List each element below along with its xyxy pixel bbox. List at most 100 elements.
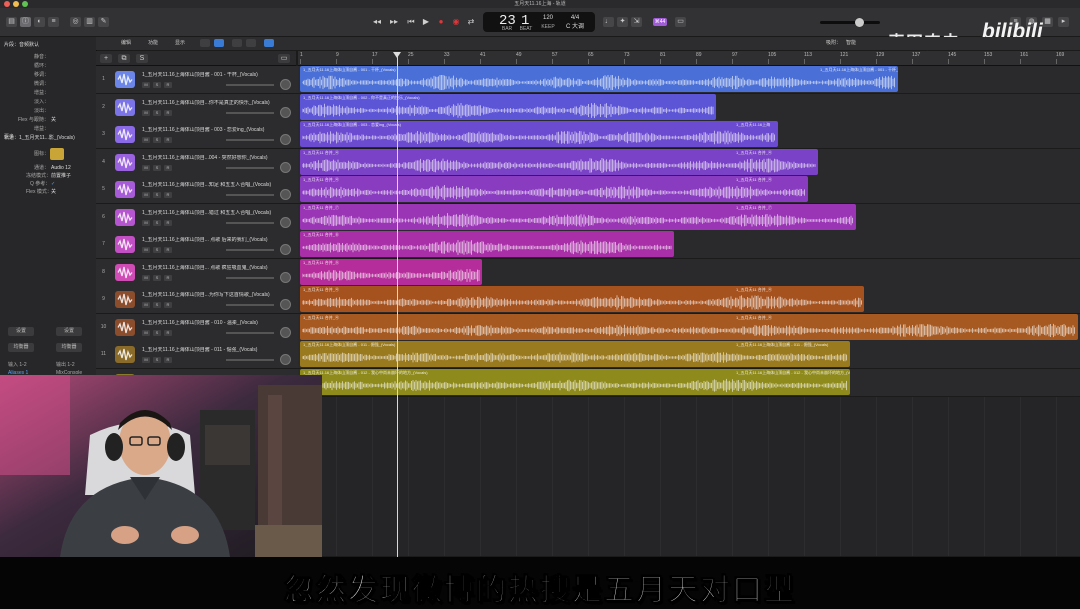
count-in-button[interactable]: ⇲ (631, 17, 642, 27)
track-header[interactable]: 8 1_五月天11.16上海体山顶自... 点歌 疯狂吸血鬼_(Vocals) M S… (96, 258, 298, 287)
track-settings-button[interactable]: S (136, 54, 148, 63)
track-mute-button[interactable]: M (142, 109, 150, 116)
forward-button[interactable]: ▸▸ (389, 17, 399, 27)
track-solo-button[interactable]: S (153, 274, 161, 281)
track-record-enable-button[interactable]: R (164, 274, 172, 281)
audio-region[interactable]: 1_五月天11 合并_④ 1_五月天11 合并_④ (300, 286, 864, 312)
track-name[interactable]: 1_五月天11.16上海体山顶自...为你写下这首情歌_(Vocals) (142, 292, 282, 298)
pencil-tool-button[interactable]: ✎ (98, 17, 109, 27)
track-name[interactable]: 1_五月天11.16上海体山顶自...你不是真正的快乐_(Vocals) (142, 100, 282, 106)
track-header[interactable]: 11 1_五月天11.16上海体山顶自酱 - 011 - 倔强_(Vocals) M… (96, 341, 298, 369)
track-pan-knob[interactable] (280, 161, 291, 173)
track-name[interactable]: 1_五月天11.16上海体山顶自酱 - 003 - 恋爱ing_(Vocals) (142, 127, 282, 133)
track-qref-value[interactable]: ✓ (51, 181, 55, 187)
duplicate-track-button[interactable]: ⧉ (118, 54, 130, 63)
track-name[interactable]: 1_五月天11.16上海体山顶自...004 - 突然好想你_(Vocals) (142, 155, 282, 161)
audio-region[interactable]: 1_五月天11.16上海体山顶自酱 - 011 - 倔强_(Vocals) 1_五… (300, 341, 850, 367)
lcd-display[interactable]: 23 1 BAR BEAT 120 KEEP 4/4 C 大调 (483, 12, 595, 32)
functions-menu[interactable]: 功能 (148, 40, 158, 47)
metronome-badge[interactable]: ⌘44 (653, 18, 667, 26)
setting-button-right[interactable]: 设置 (56, 327, 82, 336)
track-pan-knob[interactable] (280, 271, 291, 283)
track-name[interactable]: 1_五月天11.16上海体山顶自... 点歌 疯狂吸血鬼_(Vocals) (142, 265, 282, 271)
track-header[interactable]: 3 1_五月天11.16上海体山顶自酱 - 003 - 恋爱ing_(Vocals… (96, 121, 298, 149)
track-volume-slider[interactable] (226, 84, 274, 86)
region-flex-value[interactable]: 关 (51, 117, 56, 123)
track-volume-slider[interactable] (226, 304, 274, 306)
eq-button-left[interactable]: 均衡器 (8, 343, 34, 352)
master-volume-slider[interactable] (820, 21, 880, 24)
track-mute-button[interactable]: M (142, 137, 150, 143)
track-header[interactable]: 4 1_五月天11.16上海体山顶自...004 - 突然好想你_(Vocals)… (96, 148, 298, 177)
view-menu[interactable]: 显示 (175, 40, 185, 47)
track-record-enable-button[interactable]: R (164, 247, 172, 253)
track-mute-button[interactable]: M (142, 164, 150, 171)
edit-menu[interactable]: 编辑 (121, 40, 131, 47)
track-name[interactable]: 1_五月天11.16上海体山顶自酱 - 001 - 干杯_(Vocals) (142, 72, 282, 78)
waveform-icon[interactable] (115, 263, 135, 281)
waveform-icon[interactable] (115, 346, 135, 363)
capture-record-button[interactable]: ◉ (451, 17, 461, 27)
cycle-button[interactable]: ⇄ (466, 17, 476, 27)
track-mute-button[interactable]: M (142, 329, 150, 336)
track-volume-slider[interactable] (226, 194, 274, 196)
track-solo-button[interactable]: S (153, 109, 161, 116)
track-record-enable-button[interactable]: R (164, 329, 172, 336)
add-track-button[interactable]: + (100, 54, 112, 63)
rewind-button[interactable]: ◂◂ (372, 17, 382, 27)
flex-icon[interactable] (232, 39, 242, 47)
track-header[interactable]: 7 1_五月天11.16上海体山顶自... 点歌 后来的我们_(Vocals) M S… (96, 231, 298, 259)
track-solo-button[interactable]: S (153, 137, 161, 143)
region-inspector-header[interactable]: 片段：音频默认 (4, 42, 39, 48)
track-pan-knob[interactable] (280, 189, 291, 200)
waveform-icon[interactable] (115, 291, 135, 308)
track-record-enable-button[interactable]: R (164, 357, 172, 363)
waveform-icon[interactable] (115, 71, 135, 88)
track-solo-button[interactable]: S (153, 219, 161, 226)
snap-value[interactable]: 智能 (846, 40, 856, 47)
library-button[interactable]: ▤ (6, 17, 17, 27)
track-record-enable-button[interactable]: R (164, 219, 172, 226)
record-button[interactable]: ● (436, 17, 446, 27)
audio-region[interactable]: 1_五月天11.16上海体山顶自酱 - 003 - 恋爱ing_(Vocals)… (300, 121, 778, 147)
track-solo-button[interactable]: S (153, 357, 161, 363)
playhead-handle[interactable] (393, 52, 401, 58)
track-mute-button[interactable]: M (142, 357, 150, 363)
waveform-icon[interactable] (115, 98, 135, 116)
loop-browser-button[interactable]: ◎ (70, 17, 81, 27)
track-flex-value[interactable]: 关 (51, 189, 56, 195)
audio-region[interactable]: 1_五月天11.16上海体山顶自酱 - 002 - 你不是真正的快乐_(Voca… (300, 93, 716, 120)
track-volume-slider[interactable] (226, 249, 274, 251)
track-solo-button[interactable]: S (153, 302, 161, 308)
setting-button-left[interactable]: 设置 (8, 327, 34, 336)
track-mute-button[interactable]: M (142, 192, 150, 198)
bar-ruler[interactable]: 1 9 17 25 33 41 49 57 65 73 81 89 97 105 113 121 129 137 1… (298, 51, 1080, 66)
track-mute-button[interactable]: M (142, 82, 150, 88)
track-header[interactable]: 10 1_五月天11.16上海体山顶自酱 - 010 - 温柔_(Vocals) M… (96, 313, 298, 342)
waveform-icon[interactable] (115, 236, 135, 253)
track-header[interactable]: 9 1_五月天11.16上海体山顶自...为你写下这首情歌_(Vocals) M S R (96, 286, 298, 314)
track-header[interactable]: 5 1_五月天11.16上海体山顶自...知足 和五五人合唱_(Vocals) M S… (96, 176, 298, 204)
track-pan-knob[interactable] (280, 134, 291, 145)
track-freeze-value[interactable]: 前置推子 (51, 173, 71, 179)
catch-icon[interactable] (246, 39, 256, 47)
track-inspector-header[interactable]: 轨道：1_五月天11...影_(Vocals) (4, 135, 75, 141)
playhead[interactable] (397, 52, 398, 557)
track-record-enable-button[interactable]: R (164, 109, 172, 116)
waveform-icon[interactable] (115, 153, 135, 171)
audio-region[interactable]: 1_五月天11 合并_④ 1_五月天11 合并_④ (300, 313, 1078, 340)
audio-region[interactable]: 1_五月天11.16上海体山顶自酱 - 012 - 我心中尚未崩坏的地方_(Vo… (300, 368, 850, 395)
track-pan-knob[interactable] (280, 106, 291, 118)
track-solo-button[interactable]: S (153, 164, 161, 171)
track-volume-slider[interactable] (226, 276, 274, 279)
track-record-enable-button[interactable]: R (164, 302, 172, 308)
input-label[interactable]: 输入 1-2 (8, 362, 27, 368)
audio-region[interactable]: 1_五月天11.16上海体山顶自酱 - 001 - 干杯_(Vocals) 1_五… (300, 66, 898, 92)
track-volume-slider[interactable] (226, 166, 274, 169)
mixer-button[interactable]: ≡ (48, 17, 59, 27)
track-record-enable-button[interactable]: R (164, 164, 172, 171)
track-pan-knob[interactable] (280, 354, 291, 365)
track-record-enable-button[interactable]: R (164, 82, 172, 88)
track-pan-knob[interactable] (280, 299, 291, 310)
track-header[interactable]: 6 1_五月天11.16上海体山顶自...错过 和五五人合唱_(Vocals) M S… (96, 203, 298, 232)
